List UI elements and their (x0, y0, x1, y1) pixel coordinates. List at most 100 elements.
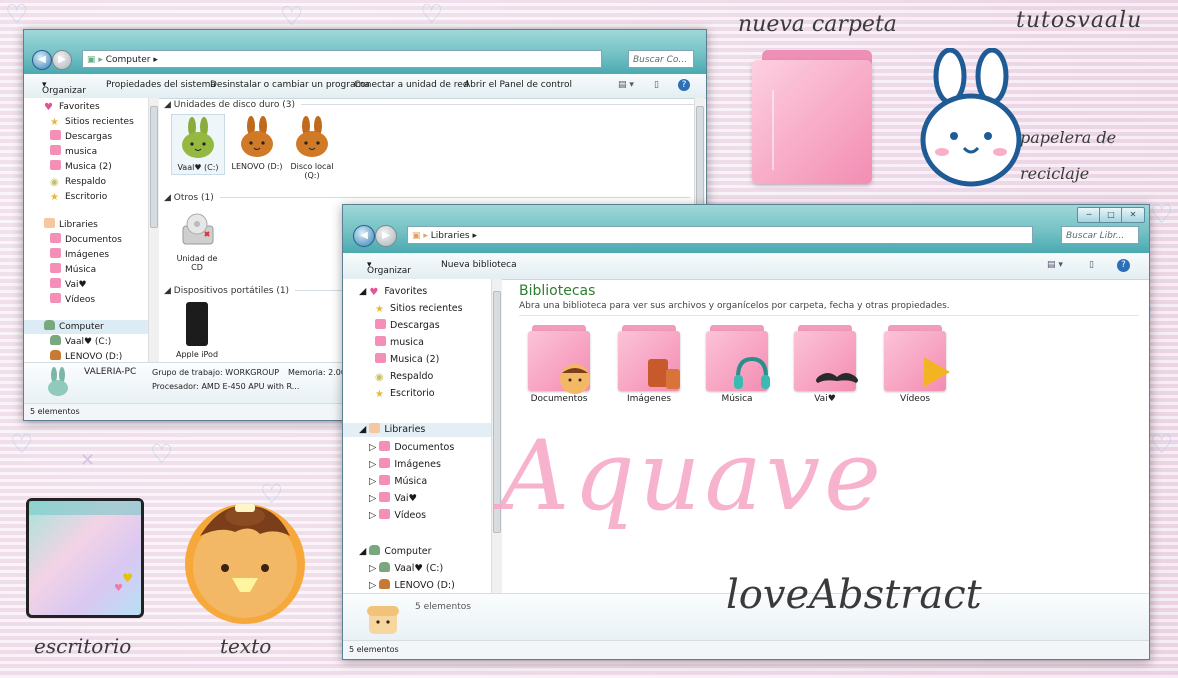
aquave-title: Aquave (500, 420, 885, 532)
nav-item-sitios-recientes[interactable]: ★ Sitios recientes (50, 115, 134, 129)
nav-item-musica-lib[interactable]: ▷ Música (369, 475, 427, 489)
folder-icon (884, 325, 950, 391)
back-button[interactable]: ◀ (32, 50, 52, 70)
computer-icon: ▣ ▸ (87, 55, 106, 65)
folder-icon (618, 325, 680, 391)
nav-item-videos[interactable]: ▷ Vídeos (369, 509, 426, 523)
preview-pane-icon[interactable]: ▯ (654, 80, 659, 90)
folder-icon (379, 492, 391, 502)
nav-item-descargas[interactable]: Descargas (50, 130, 112, 144)
system-properties-button[interactable]: Propiedades del sistema (106, 80, 216, 90)
nav-item-sitios-recientes[interactable]: ★ Sitios recientes (375, 302, 463, 316)
nav-item-descargas[interactable]: Descargas (375, 319, 440, 333)
nav-item-escritorio[interactable]: ★ Escritorio (50, 190, 107, 204)
maximize-button[interactable]: □ (1099, 207, 1123, 223)
recent-icon: ★ (375, 304, 384, 315)
library-imagenes[interactable]: Imágenes (613, 325, 685, 404)
folder-icon (375, 319, 386, 329)
nav-computer[interactable]: Computer (24, 320, 148, 334)
backup-icon: ◉ (50, 177, 59, 188)
libraries-icon: ▣ ▸ (412, 231, 431, 241)
address-bar[interactable]: ▣ ▸ Computer ▸ (82, 50, 602, 68)
nav-computer[interactable]: ◢ Computer (359, 545, 432, 559)
forward-button[interactable]: ▶ (52, 50, 72, 70)
heart-icon: ♥ (114, 583, 123, 594)
nav-favorites[interactable]: ◢ ♥ Favorites (359, 285, 427, 299)
library-documentos[interactable]: Documentos (523, 325, 595, 404)
drive-q[interactable]: Disco local (Q:) (286, 116, 338, 180)
uninstall-program-button[interactable]: Desinstalar o cambiar un programa (210, 80, 370, 90)
nav-item-escritorio[interactable]: ★ Escritorio (375, 387, 435, 401)
nav-item-documentos[interactable]: ▷ Documentos (369, 441, 454, 455)
back-button[interactable]: ◀ (353, 225, 375, 247)
nav-item-respaldo[interactable]: ◉ Respaldo (50, 175, 106, 189)
view-options-icon[interactable]: ▤ ▾ (1047, 260, 1063, 270)
nav-item-documentos[interactable]: Documentos (50, 233, 122, 247)
close-button[interactable]: ✕ (1121, 207, 1145, 223)
papelera-label-line2: reciclaje (1020, 164, 1090, 183)
nav-drive-c[interactable]: Vaal♥ (C:) (50, 335, 111, 349)
cd-drive[interactable]: Unidad de CD (171, 208, 223, 272)
details-count: 5 elementos (415, 602, 471, 612)
library-videos[interactable]: Vídeos (879, 325, 951, 404)
heading-divider (519, 315, 1139, 316)
section-hard-drives[interactable]: ◢ Unidades de disco duro (3) (164, 100, 701, 110)
nav-drive-d[interactable]: LENOVO (D:) (50, 350, 122, 362)
folder-icon (50, 263, 61, 273)
cd-drive-icon (182, 213, 214, 245)
help-icon[interactable]: ? (1117, 259, 1130, 272)
nav-item-musica[interactable]: musica (375, 336, 424, 350)
view-options-icon[interactable]: ▤ ▾ (618, 80, 634, 90)
nav-item-musica-lib[interactable]: Música (50, 263, 96, 277)
nav-item-musica-2[interactable]: Musica (2) (50, 160, 112, 174)
desktop-icon: ★ (375, 389, 384, 400)
ipod-icon (186, 302, 208, 346)
organize-button[interactable]: Organizar ▾ (42, 80, 86, 96)
nav-item-musica[interactable]: musica (50, 145, 97, 159)
nav-scrollbar[interactable] (148, 98, 159, 362)
pc-name: VALERIA-PC (84, 367, 137, 377)
nav-item-vai[interactable]: ▷ Vai♥ (369, 492, 417, 506)
computer-bunny-icon (369, 545, 381, 555)
forward-button[interactable]: ▶ (375, 225, 397, 247)
address-bar[interactable]: ▣ ▸ Libraries ▸ (407, 226, 1033, 244)
new-library-button[interactable]: Nueva biblioteca (441, 260, 517, 270)
preview-pane-icon[interactable]: ▯ (1089, 260, 1094, 270)
nav-item-respaldo[interactable]: ◉ Respaldo (375, 370, 433, 384)
headphones-icon (734, 356, 770, 389)
nav-item-imagenes[interactable]: Imágenes (50, 248, 109, 262)
nav-item-musica-2[interactable]: Musica (2) (375, 353, 439, 367)
section-others[interactable]: ◢ Otros (1) (164, 193, 690, 203)
drive-bunny-icon (379, 579, 391, 589)
cd-drive-label: Unidad de CD (176, 254, 218, 272)
minimize-button[interactable]: ─ (1077, 207, 1101, 223)
search-input[interactable]: Buscar Co... (628, 50, 694, 68)
library-vai[interactable]: Vai♥ (789, 325, 861, 404)
nav-libraries[interactable]: Libraries (44, 218, 98, 232)
help-icon[interactable]: ? (678, 79, 690, 91)
nav-drive-d[interactable]: ▷ LENOVO (D:) (369, 579, 455, 593)
open-control-panel-button[interactable]: Abrir el Panel de control (464, 80, 572, 90)
library-videos-label: Vídeos (899, 394, 931, 404)
library-musica[interactable]: Música (701, 325, 773, 404)
organize-button[interactable]: Organizar ▾ (367, 260, 411, 276)
nav-item-imagenes[interactable]: ▷ Imágenes (369, 458, 441, 472)
folder-icon (528, 325, 590, 394)
nav-favorites[interactable]: ♥ Favorites (44, 100, 100, 114)
nav-item-vai[interactable]: Vai♥ (50, 278, 87, 292)
drive-d[interactable]: LENOVO (D:) (231, 116, 283, 171)
favorites-icon: ♥ (44, 102, 53, 113)
nav-drive-c[interactable]: ▷ Vaal♥ (C:) (369, 562, 443, 576)
computer-bunny-icon (48, 367, 68, 396)
nav-item-videos[interactable]: Vídeos (50, 293, 95, 307)
heart-decoration-icon: ♡ (1150, 430, 1174, 460)
libraries-icon (44, 218, 55, 228)
nav-libraries[interactable]: ◢ Libraries (343, 423, 491, 437)
folder-icon (794, 325, 858, 391)
folder-icon (375, 336, 386, 346)
ipod-device[interactable]: Apple iPod (171, 302, 223, 359)
search-input[interactable]: Buscar Libr... (1061, 226, 1139, 244)
map-network-drive-button[interactable]: Conectar a unidad de red (354, 80, 469, 90)
heart-decoration-icon: ♡ (150, 440, 174, 470)
drive-c[interactable]: Vaal♥ (C:) (171, 114, 225, 175)
